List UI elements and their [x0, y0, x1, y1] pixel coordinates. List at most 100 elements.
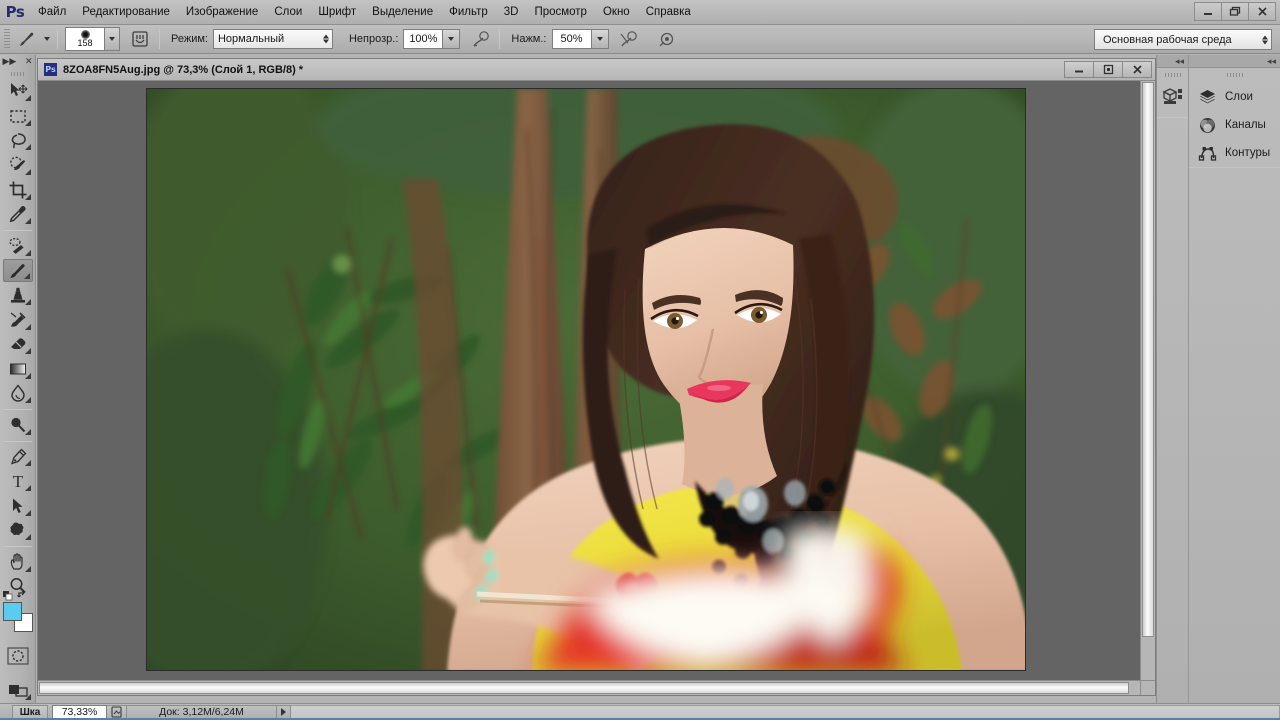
blend-mode-select[interactable]: Нормальный [212, 29, 333, 49]
paths-icon [1198, 146, 1217, 161]
tool-hand[interactable] [3, 550, 33, 574]
current-tool-icon[interactable] [15, 28, 39, 50]
document-app-icon: Ps [44, 63, 57, 76]
tool-dodge[interactable] [3, 413, 33, 437]
minimize-icon [1204, 12, 1212, 15]
eraser-tool-icon [10, 338, 25, 350]
brush-size-preview[interactable]: 158 [65, 27, 105, 51]
screen-mode-icon [8, 685, 28, 697]
hand-tool-icon [10, 553, 23, 570]
opacity-dropdown[interactable] [443, 29, 461, 49]
tool-preset-chevron-down-icon[interactable] [44, 37, 50, 41]
flow-input[interactable]: 50% [551, 29, 592, 49]
close-button[interactable] [1248, 2, 1276, 21]
tool-healing-brush[interactable] [3, 234, 33, 258]
menu-help[interactable]: Справка [638, 3, 699, 22]
tool-eyedropper[interactable] [3, 203, 33, 227]
canvas-horizontal-scrollbar[interactable] [38, 680, 1140, 695]
pressure-opacity-toggle[interactable] [468, 28, 492, 50]
document-window: Ps 8ZOA8FN5Aug.jpg @ 73,3% (Слой 1, RGB/… [37, 58, 1156, 696]
flow-dropdown[interactable] [591, 29, 609, 49]
menu-bar: Ps Файл Редактирование Изображение Слои … [0, 0, 1280, 25]
tool-pen[interactable] [3, 445, 33, 469]
marquee-tool-icon [9, 110, 26, 123]
brush-preset-dropdown[interactable] [105, 27, 120, 51]
menu-file[interactable]: Файл [30, 3, 74, 22]
tool-quick-selection[interactable] [3, 153, 33, 177]
canvas-area[interactable] [38, 81, 1140, 680]
dock-grip-left[interactable] [1164, 73, 1181, 77]
path-selection-tool-icon [12, 498, 22, 513]
crop-tool-icon [9, 181, 26, 199]
panel-tab-layers[interactable]: Слои [1189, 83, 1280, 111]
tool-brush[interactable] [2, 258, 33, 283]
flow-value: 50% [560, 33, 583, 45]
tool-custom-shape[interactable] [3, 519, 33, 543]
tool-rectangular-marquee[interactable] [3, 104, 33, 128]
panel-tab-3d[interactable] [1157, 83, 1188, 107]
screen-mode-button[interactable] [3, 678, 33, 702]
options-bar: 158 Режим: Нормальный Непрозр.: 100% Наж… [0, 25, 1280, 54]
brush-tool-icon [10, 263, 25, 278]
menu-image[interactable]: Изображение [178, 3, 266, 22]
tool-crop[interactable] [3, 178, 33, 202]
menu-window[interactable]: Окно [595, 3, 638, 22]
document-minimize-button[interactable] [1064, 61, 1094, 78]
dock-collapse-right[interactable]: ◂◂ [1189, 55, 1280, 68]
quick-mask-toggle[interactable] [3, 644, 33, 668]
tool-lasso[interactable] [3, 129, 33, 153]
brush-icon [20, 32, 34, 46]
menu-filter[interactable]: Фильтр [441, 3, 496, 22]
document-title-bar[interactable]: Ps 8ZOA8FN5Aug.jpg @ 73,3% (Слой 1, RGB/… [38, 59, 1155, 81]
tool-history-brush[interactable] [3, 308, 33, 332]
pressure-size-toggle[interactable] [617, 28, 641, 50]
tools-panel-grip[interactable] [10, 71, 25, 76]
move-tool-icon [10, 83, 27, 97]
menu-3d[interactable]: 3D [496, 3, 527, 22]
canvas-horizontal-scroll-thumb[interactable] [39, 682, 1129, 694]
tool-path-selection[interactable] [3, 494, 33, 518]
dock-collapse-left[interactable]: ◂◂ [1157, 55, 1188, 68]
foreground-color-swatch[interactable] [2, 602, 22, 622]
layers-icon [1200, 89, 1215, 103]
dock-grip-right[interactable] [1226, 73, 1243, 77]
options-divider-3 [499, 29, 501, 49]
panel-tab-channels[interactable]: Каналы [1189, 111, 1280, 139]
document-close-button[interactable] [1122, 61, 1152, 78]
lasso-tool-icon [11, 132, 26, 148]
tool-clone-stamp[interactable] [3, 283, 33, 307]
mode-label: Режим: [171, 33, 208, 45]
brush-panel-toggle-button[interactable] [128, 28, 152, 50]
tool-type[interactable]: T [3, 469, 33, 493]
tools-expand-icon[interactable]: ▶▶ [3, 56, 17, 67]
menu-view[interactable]: Просмотр [526, 3, 595, 22]
restore-button[interactable] [1221, 2, 1249, 21]
gradient-tool-icon [9, 363, 26, 375]
airbrush-toggle-button[interactable] [655, 28, 679, 50]
options-bar-grip[interactable] [4, 29, 10, 49]
document-image[interactable] [146, 88, 1026, 671]
canvas-vertical-scrollbar[interactable] [1140, 81, 1155, 680]
tool-gradient[interactable] [3, 357, 33, 381]
menu-select[interactable]: Выделение [364, 3, 441, 22]
tools-divider-3 [3, 440, 32, 442]
custom-shape-tool-icon [9, 522, 23, 536]
tool-blur[interactable] [3, 382, 33, 406]
tools-close-icon[interactable]: ✕ [25, 56, 33, 67]
canvas-vertical-scroll-thumb[interactable] [1142, 82, 1154, 637]
minimize-button[interactable] [1194, 2, 1222, 21]
workspace-selector[interactable]: Основная рабочая среда [1094, 29, 1272, 50]
tool-eraser[interactable] [3, 333, 33, 357]
panel-tab-paths[interactable]: Контуры [1189, 139, 1280, 167]
menu-type[interactable]: Шрифт [310, 3, 364, 22]
document-minimize-icon [1074, 70, 1083, 73]
menu-edit[interactable]: Редактирование [74, 3, 178, 22]
blend-mode-spinner-icon [322, 34, 329, 44]
document-maximize-button[interactable] [1093, 61, 1123, 78]
channels-icon [1200, 117, 1215, 133]
dock-divider-right [1189, 167, 1280, 168]
opacity-input[interactable]: 100% [403, 29, 444, 49]
tool-move[interactable] [3, 80, 33, 104]
clone-stamp-tool-icon [10, 287, 25, 303]
menu-layers[interactable]: Слои [266, 3, 310, 22]
